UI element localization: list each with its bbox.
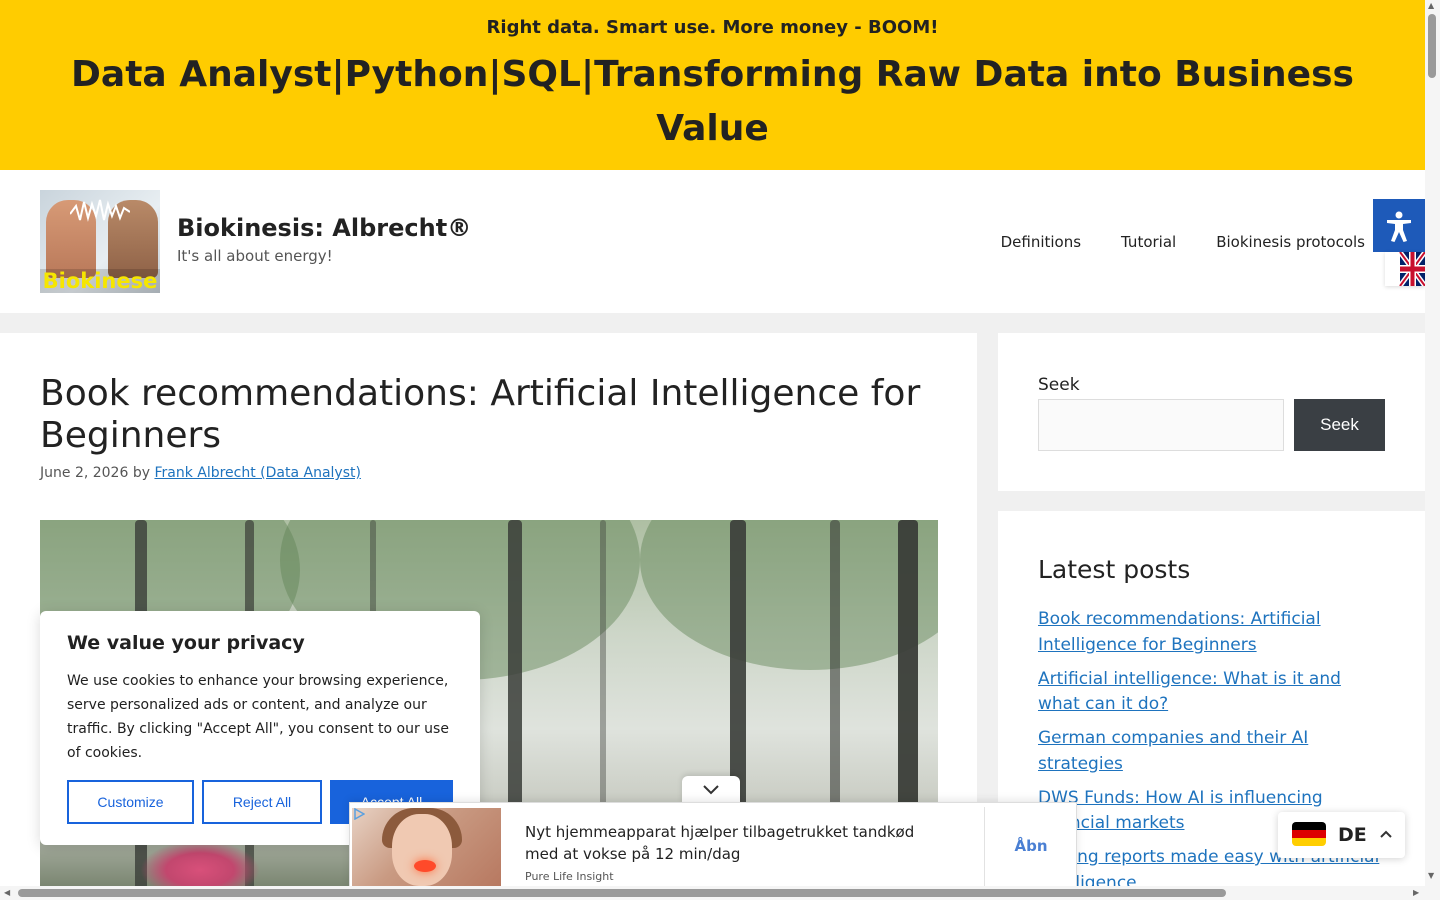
- top-banner: Right data. Smart use. More money - BOOM…: [0, 0, 1425, 170]
- latest-post-link[interactable]: Book recommendations: Artificial Intelli…: [1038, 609, 1321, 655]
- site-description: It's all about energy!: [177, 247, 333, 265]
- scroll-up-arrow[interactable]: ▲: [1428, 2, 1434, 10]
- customize-button[interactable]: Customize: [67, 780, 194, 824]
- post-meta: June 2, 2026 by Frank Albrecht (Data Ana…: [40, 465, 361, 481]
- scroll-left-arrow[interactable]: ◀: [4, 889, 10, 897]
- ad-text[interactable]: Nyt hjemmeapparat hjælper tilbagetrukket…: [525, 821, 925, 865]
- latest-post-link[interactable]: Artificial intelligence: What is it and …: [1038, 669, 1341, 715]
- ad-image-device: [414, 860, 436, 872]
- chevron-down-icon: [703, 785, 719, 795]
- search-widget: Seek Seek: [998, 333, 1425, 491]
- logo-wave-icon: [70, 199, 130, 222]
- post-author-link[interactable]: Frank Albrecht (Data Analyst): [154, 465, 361, 481]
- accessibility-button[interactable]: [1373, 199, 1425, 252]
- site-title[interactable]: Biokinesis: Albrecht®: [177, 214, 471, 242]
- ad-source: Pure Life Insight: [525, 870, 614, 883]
- post-title: Book recommendations: Artificial Intelli…: [40, 373, 921, 456]
- list-item: Book recommendations: Artificial Intelli…: [1038, 607, 1388, 658]
- cookie-text: We use cookies to enhance your browsing …: [67, 673, 449, 761]
- scroll-down-arrow[interactable]: ▼: [1428, 872, 1434, 880]
- site-header: Biokinese Biokinesis: Albrecht® It's all…: [0, 170, 1425, 313]
- post-date: June 2, 2026: [40, 465, 129, 481]
- search-input[interactable]: [1038, 399, 1284, 451]
- cookie-title: We value your privacy: [67, 632, 305, 654]
- list-item: Artificial intelligence: What is it and …: [1038, 667, 1388, 718]
- language-switcher[interactable]: DE: [1278, 812, 1405, 858]
- main-nav: Definitions Tutorial Biokinesis protocol…: [1001, 233, 1365, 251]
- search-label: Seek: [1038, 375, 1080, 395]
- ad-banner[interactable]: Nyt hjemmeapparat hjælper tilbagetrukket…: [349, 802, 1077, 888]
- ad-open-button[interactable]: Åbn: [985, 803, 1077, 889]
- latest-post-link[interactable]: German companies and their AI strategies: [1038, 728, 1308, 774]
- uk-flag-icon: [1397, 252, 1425, 286]
- reject-all-button[interactable]: Reject All: [202, 780, 322, 824]
- de-flag-icon: [1292, 822, 1326, 846]
- scroll-right-arrow[interactable]: ▶: [1413, 889, 1419, 897]
- ad-image: [352, 808, 501, 888]
- nav-item-tutorial[interactable]: Tutorial: [1121, 233, 1176, 251]
- nav-item-definitions[interactable]: Definitions: [1001, 233, 1081, 251]
- ad-collapse-button[interactable]: [682, 776, 740, 804]
- accessibility-icon: [1387, 211, 1411, 242]
- banner-headline: Data Analyst|Python|SQL|Transforming Raw…: [71, 54, 1354, 149]
- latest-posts-title: Latest posts: [1038, 555, 1191, 584]
- post-by-label: by: [132, 465, 150, 481]
- image-canopy: [640, 520, 938, 670]
- horizontal-scroll-thumb[interactable]: [18, 889, 1226, 897]
- logo-text: Biokinese: [40, 269, 160, 293]
- adchoices-icon[interactable]: [353, 808, 365, 820]
- banner-tagline: Right data. Smart use. More money - BOOM…: [486, 17, 939, 38]
- ad-image-face: [392, 814, 452, 886]
- horizontal-scrollbar[interactable]: ◀ ▶: [0, 886, 1440, 900]
- site-logo[interactable]: Biokinese: [40, 190, 160, 293]
- vertical-scroll-thumb[interactable]: [1428, 14, 1436, 78]
- list-item: German companies and their AI strategies: [1038, 726, 1388, 777]
- language-code: DE: [1338, 824, 1367, 846]
- vertical-scrollbar[interactable]: ▲ ▼: [1425, 0, 1440, 886]
- uk-flag-button[interactable]: [1385, 252, 1425, 286]
- search-button[interactable]: Seek: [1294, 399, 1385, 451]
- nav-item-biokinesis-protocols[interactable]: Biokinesis protocols: [1216, 233, 1365, 251]
- chevron-up-icon: [1380, 830, 1392, 838]
